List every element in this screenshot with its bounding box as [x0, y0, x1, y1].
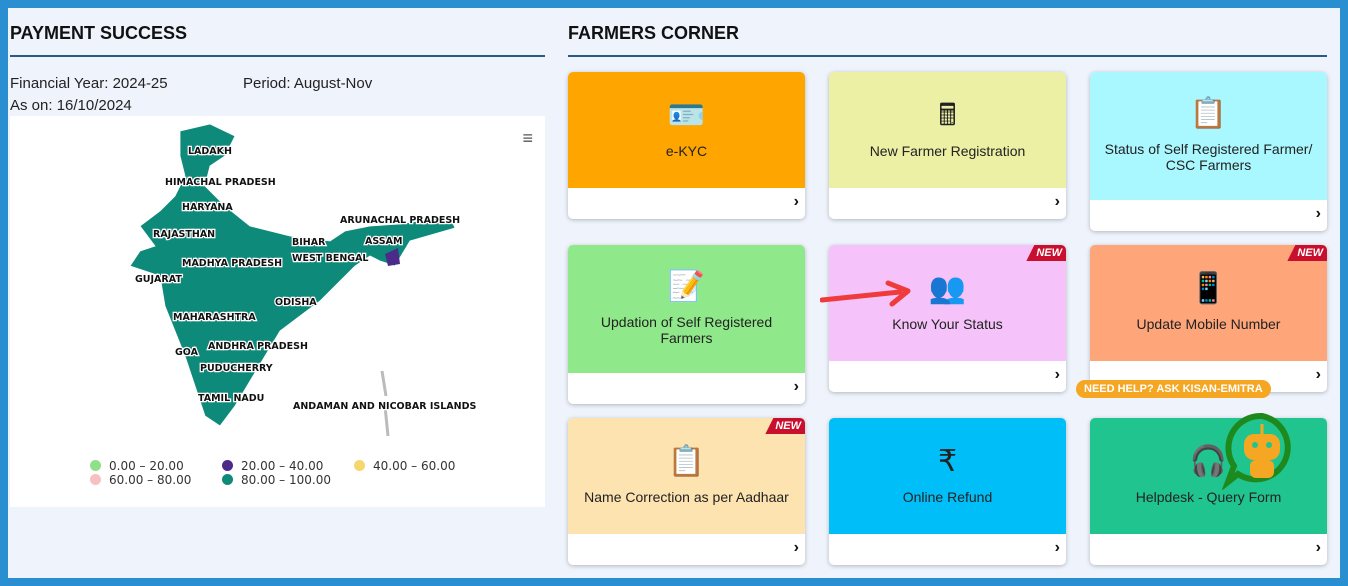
legend-item[interactable]: 80.00 – 100.00 — [222, 473, 354, 487]
card-body: 🪪 e-KYC — [568, 72, 805, 188]
chevron-right-icon[interactable]: › — [794, 193, 799, 211]
card-online-refund[interactable]: ₹ Online Refund › — [829, 418, 1066, 565]
card-body: 🖩 New Farmer Registration — [829, 72, 1066, 188]
legend-label: 80.00 – 100.00 — [241, 473, 331, 487]
chevron-right-icon[interactable]: › — [1316, 539, 1321, 557]
legend-dot — [222, 474, 233, 485]
file-plus-icon: 📝 — [667, 270, 706, 303]
map-label: BIHAR — [292, 237, 326, 248]
card-label: Helpdesk - Query Form — [1135, 489, 1282, 505]
card-footer: › — [829, 534, 1066, 565]
divider — [568, 55, 1327, 57]
map-label: GOA — [175, 347, 199, 358]
period: Period: August-Nov — [243, 75, 373, 92]
chevron-right-icon[interactable]: › — [1316, 366, 1321, 384]
chevron-right-icon[interactable]: › — [794, 378, 799, 396]
card-label: Online Refund — [902, 489, 993, 505]
kisan-emitra-help-label[interactable]: NEED HELP? ASK KISAN-EMITRA — [1076, 380, 1271, 398]
legend-dot — [90, 474, 101, 485]
divider — [10, 55, 545, 57]
legend-dot — [90, 460, 101, 471]
map-label: ANDAMAN AND NICOBAR ISLANDS — [293, 401, 476, 412]
legend-label: 0.00 – 20.00 — [109, 459, 184, 473]
card-body: 📋 Name Correction as per Aadhaar — [568, 418, 805, 534]
payment-title: PAYMENT SUCCESS — [10, 23, 188, 43]
card-label: Updation of Self Registered Farmers — [600, 314, 773, 346]
card-label: e-KYC — [665, 143, 708, 159]
cash-register-icon: 🖩 — [938, 99, 957, 132]
card-know-your-status[interactable]: 👥 Know Your Status › NEW — [829, 245, 1066, 392]
legend-label: 60.00 – 80.00 — [109, 473, 192, 487]
map-label: MAHARASHTRA — [173, 312, 256, 323]
financial-year: Financial Year: 2024-25 — [10, 75, 168, 92]
legend-item[interactable]: 40.00 – 60.00 — [354, 459, 486, 473]
card-body: 📝 Updation of Self Registered Farmers — [568, 245, 805, 373]
as-on-date: As on: 16/10/2024 — [10, 97, 132, 114]
card-status-of-self-registered-farmer-csc-farmers[interactable]: 📋 Status of Self Registered Farmer/ CSC … — [1090, 72, 1327, 231]
card-new-farmer-registration[interactable]: 🖩 New Farmer Registration › — [829, 72, 1066, 219]
map-label: TAMIL NADU — [198, 393, 264, 404]
legend-dot — [222, 460, 233, 471]
legend-item[interactable]: 60.00 – 80.00 — [90, 473, 222, 487]
map-labels: LADAKH HIMACHAL PRADESH HARYANA RAJASTHA… — [134, 145, 478, 414]
card-footer: › — [829, 361, 1066, 392]
card-label: New Farmer Registration — [869, 143, 1026, 159]
rupee-refund-icon: ₹ — [937, 445, 958, 478]
clipboard-icon: 📋 — [1189, 97, 1228, 130]
map-label: GUJARAT — [135, 274, 182, 285]
map-label: LADAKH — [188, 146, 232, 157]
card-body: 📱 Update Mobile Number — [1090, 245, 1327, 361]
map-label: WEST BENGAL — [292, 253, 368, 264]
legend-item[interactable]: 20.00 – 40.00 — [222, 459, 354, 473]
card-body: 📋 Status of Self Registered Farmer/ CSC … — [1090, 72, 1327, 200]
legend-label: 40.00 – 60.00 — [373, 459, 456, 473]
map-label: HIMACHAL PRADESH — [165, 177, 276, 188]
legend-item[interactable]: 0.00 – 20.00 — [90, 459, 222, 473]
card-updation-of-self-registered-farmers[interactable]: 📝 Updation of Self Registered Farmers › — [568, 245, 805, 404]
map-label: ASSAM — [365, 236, 402, 247]
card-footer: › — [829, 188, 1066, 219]
users-icon: 👥 — [928, 272, 967, 305]
map-legend: 0.00 – 20.00 20.00 – 40.00 40.00 – 60.00… — [90, 459, 486, 487]
map-label: ARUNACHAL PRADESH — [340, 215, 460, 226]
paste-icon: 📋 — [667, 445, 706, 478]
card-name-correction-as-per-aadhaar[interactable]: 📋 Name Correction as per Aadhaar › NEW — [568, 418, 805, 565]
map-label: RAJASTHAN — [153, 229, 215, 240]
card-label: Know Your Status — [892, 316, 1003, 332]
card-footer: › — [1090, 200, 1327, 231]
india-map: ≡ LADAKH HIMACHAL PRADESH HARYANA RAJAST… — [10, 116, 545, 507]
chevron-right-icon[interactable]: › — [1055, 366, 1060, 384]
map-label: MADHYA PRADESH — [182, 258, 282, 269]
card-e-kyc[interactable]: 🪪 e-KYC › — [568, 72, 805, 219]
farmers-corner-title: FARMERS CORNER — [568, 23, 740, 43]
card-footer: › — [568, 188, 805, 219]
card-label: Update Mobile Number — [1136, 316, 1281, 332]
map-label: PUDUCHERRY — [200, 363, 273, 374]
card-body: ₹ Online Refund — [829, 418, 1066, 534]
map-label: ANDHRA PRADESH — [208, 341, 308, 352]
legend-dot — [354, 460, 365, 471]
card-label: Status of Self Registered Farmer/ CSC Fa… — [1104, 141, 1313, 173]
map-label: HARYANA — [182, 202, 233, 213]
chevron-right-icon[interactable]: › — [1055, 193, 1060, 211]
card-footer: › — [568, 373, 805, 404]
red-arrow-icon — [820, 280, 911, 307]
card-update-mobile-number[interactable]: 📱 Update Mobile Number › NEW — [1090, 245, 1327, 392]
chevron-right-icon[interactable]: › — [1055, 539, 1060, 557]
legend-label: 20.00 – 40.00 — [241, 459, 324, 473]
chatbot-icon[interactable] — [1222, 410, 1302, 490]
card-footer: › — [568, 534, 805, 565]
id-card-icon: 🪪 — [667, 99, 706, 132]
mobile-icon: 📱 — [1189, 272, 1228, 305]
map-label: ODISHA — [275, 297, 317, 308]
chevron-right-icon[interactable]: › — [794, 539, 799, 557]
card-label: Name Correction as per Aadhaar — [584, 489, 789, 505]
chevron-right-icon[interactable]: › — [1316, 205, 1321, 223]
card-footer: › — [1090, 534, 1327, 565]
